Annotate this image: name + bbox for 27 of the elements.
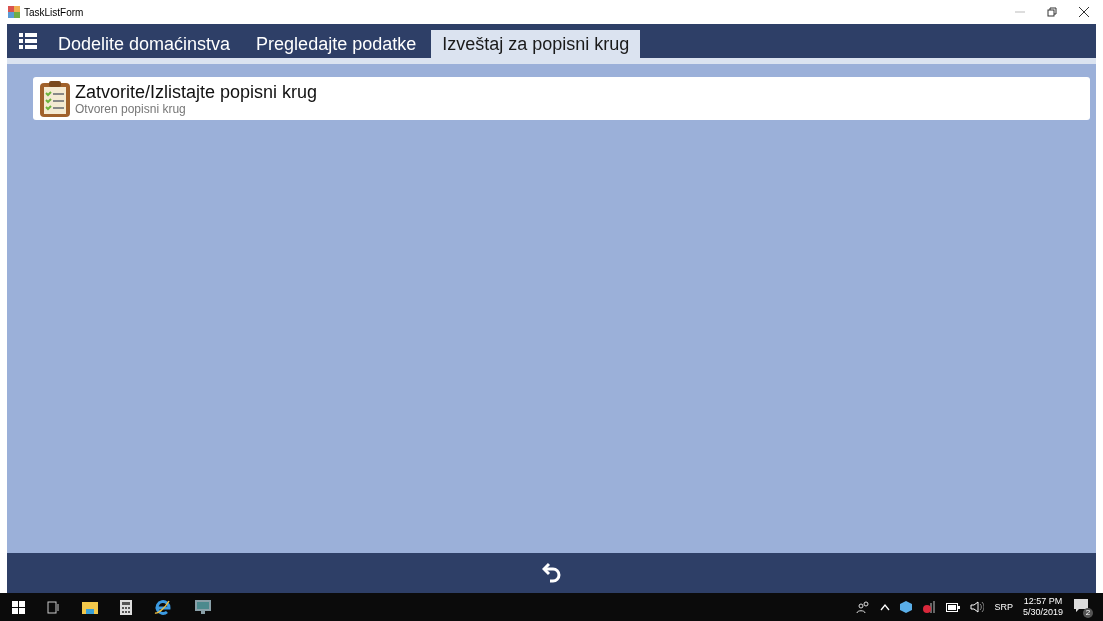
menu-icon[interactable] <box>19 33 37 49</box>
close-icon[interactable] <box>1079 7 1089 17</box>
chevron-up-icon[interactable] <box>880 603 891 611</box>
task-title: Zatvorite/Izlistajte popisni krug <box>75 81 318 102</box>
battery-icon[interactable] <box>946 602 961 612</box>
restore-icon[interactable] <box>1047 7 1057 17</box>
folder-icon[interactable] <box>82 600 98 614</box>
back-icon[interactable] <box>541 561 562 585</box>
start-icon[interactable] <box>12 600 25 614</box>
people-icon[interactable] <box>856 601 871 613</box>
app-icon <box>8 6 20 18</box>
window-title: TaskListForm <box>24 6 85 18</box>
monitor-icon[interactable] <box>194 599 212 615</box>
tab[interactable]: Izveštaj za popisni krug <box>431 30 641 58</box>
task-item[interactable]: Zatvorite/Izlistajte popisni krug Otvoren popisni krug <box>33 77 1090 120</box>
clipboard-icon <box>39 79 71 118</box>
speaker-icon[interactable] <box>970 601 985 613</box>
task-status: Otvoren popisni krug <box>75 101 186 116</box>
network-error-icon[interactable] <box>922 601 937 613</box>
task-view-icon[interactable] <box>47 600 60 614</box>
tab[interactable]: Pregledajte podatke <box>245 30 428 58</box>
language-indicator[interactable]: SRP <box>994 602 1013 612</box>
calculator-icon[interactable] <box>120 599 132 615</box>
tab[interactable]: Dodelite domaćinstva <box>47 30 242 58</box>
browser-icon[interactable] <box>154 598 172 616</box>
cube-icon[interactable] <box>900 601 913 613</box>
clock[interactable]: 12:57 PM 5/30/2019 <box>1022 596 1063 618</box>
